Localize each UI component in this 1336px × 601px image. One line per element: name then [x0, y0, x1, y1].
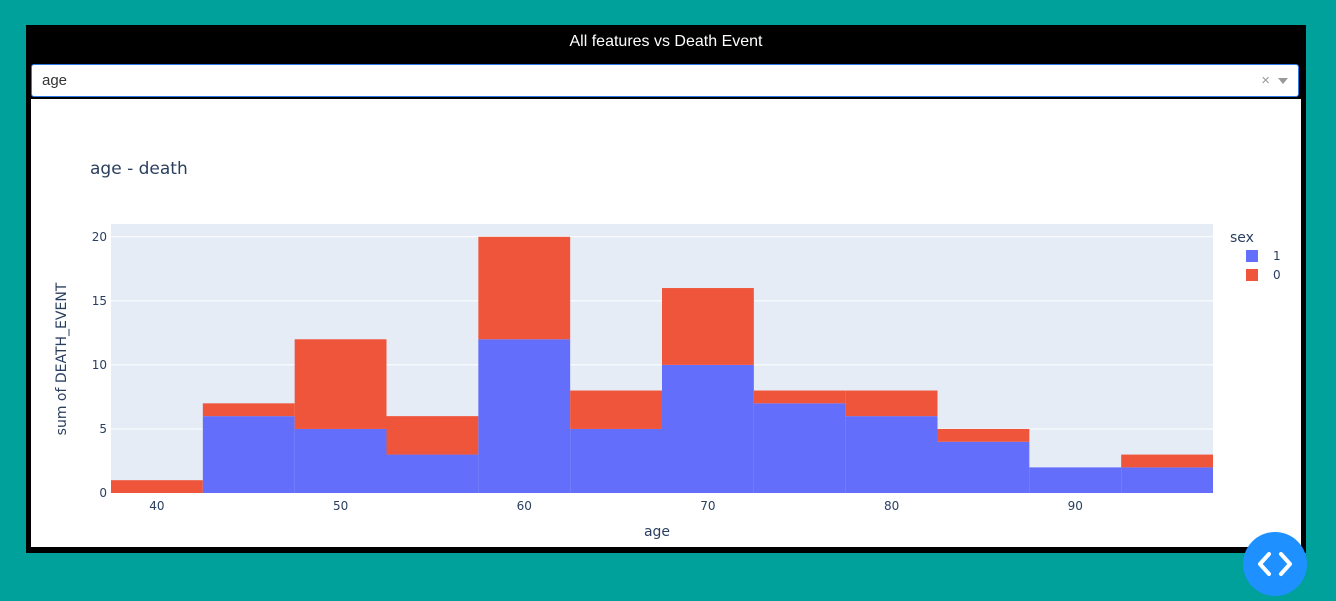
bar-sex-0[interactable]: [1121, 454, 1213, 468]
x-tick-label: 50: [333, 499, 348, 513]
x-axis-label: age: [644, 524, 670, 540]
x-tick-label: 70: [700, 499, 715, 513]
bar-chart: age - death 40 50 60 70 80 9005101520 age sum…: [54, 159, 1281, 540]
bar-sex-1[interactable]: [202, 416, 295, 493]
bar-sex-1[interactable]: [937, 441, 1030, 493]
bar-sex-0[interactable]: [570, 390, 662, 429]
bar-sex-1[interactable]: [1029, 467, 1122, 493]
y-tick-label: 0: [99, 486, 107, 500]
bar-sex-0[interactable]: [111, 480, 203, 493]
y-axis-label: sum of DEATH_EVENT: [54, 282, 70, 435]
bar-sex-0[interactable]: [478, 236, 571, 340]
clear-icon[interactable]: ×: [1261, 65, 1270, 96]
legend-swatch-0[interactable]: [1246, 269, 1258, 281]
legend-swatch-1[interactable]: [1246, 250, 1258, 262]
y-tick-label: 10: [92, 358, 107, 372]
feature-dropdown[interactable]: age ×: [31, 64, 1299, 97]
bar-sex-1[interactable]: [478, 339, 571, 493]
legend-label-1[interactable]: 1: [1273, 249, 1281, 263]
code-toggle-button[interactable]: [1243, 532, 1307, 596]
chevron-down-icon[interactable]: [1278, 78, 1288, 84]
code-brackets-icon: [1258, 552, 1292, 576]
bar-sex-1[interactable]: [753, 403, 846, 493]
bar-sex-1[interactable]: [1121, 467, 1213, 493]
legend: sex 1 0: [1230, 230, 1281, 282]
legend-label-0[interactable]: 0: [1273, 268, 1281, 282]
bar-sex-0[interactable]: [202, 403, 295, 417]
x-tick-label: 60: [517, 499, 532, 513]
dashboard-frame: All features vs Death Event age × age - …: [26, 25, 1306, 553]
app-title: All features vs Death Event: [569, 33, 763, 50]
y-tick-label: 5: [99, 422, 107, 436]
x-tick-label: 80: [884, 499, 899, 513]
x-tick-label: 90: [1068, 499, 1083, 513]
y-tick-label: 15: [92, 294, 107, 308]
bar-sex-0[interactable]: [386, 416, 479, 455]
bar-sex-1[interactable]: [570, 428, 662, 493]
plot-container: age - death 40 50 60 70 80 90 0 5 10 15 20 age sum…: [31, 99, 1301, 547]
bar-sex-0[interactable]: [845, 390, 938, 417]
dropdown-selected-value[interactable]: age: [42, 65, 67, 96]
bar-sex-0[interactable]: [937, 428, 1030, 442]
bar-sex-1[interactable]: [845, 416, 938, 493]
chart-title: age - death: [90, 159, 188, 179]
bar-sex-0[interactable]: [294, 339, 387, 429]
bar-sex-0[interactable]: [753, 390, 846, 404]
bar-sex-0[interactable]: [662, 288, 754, 365]
legend-title: sex: [1230, 230, 1254, 246]
bar-sex-1[interactable]: [662, 364, 754, 493]
x-tick-label: 40: [149, 499, 164, 513]
y-tick-label: 20: [92, 230, 107, 244]
bar-sex-1[interactable]: [386, 454, 479, 493]
bar-sex-1[interactable]: [294, 428, 387, 493]
